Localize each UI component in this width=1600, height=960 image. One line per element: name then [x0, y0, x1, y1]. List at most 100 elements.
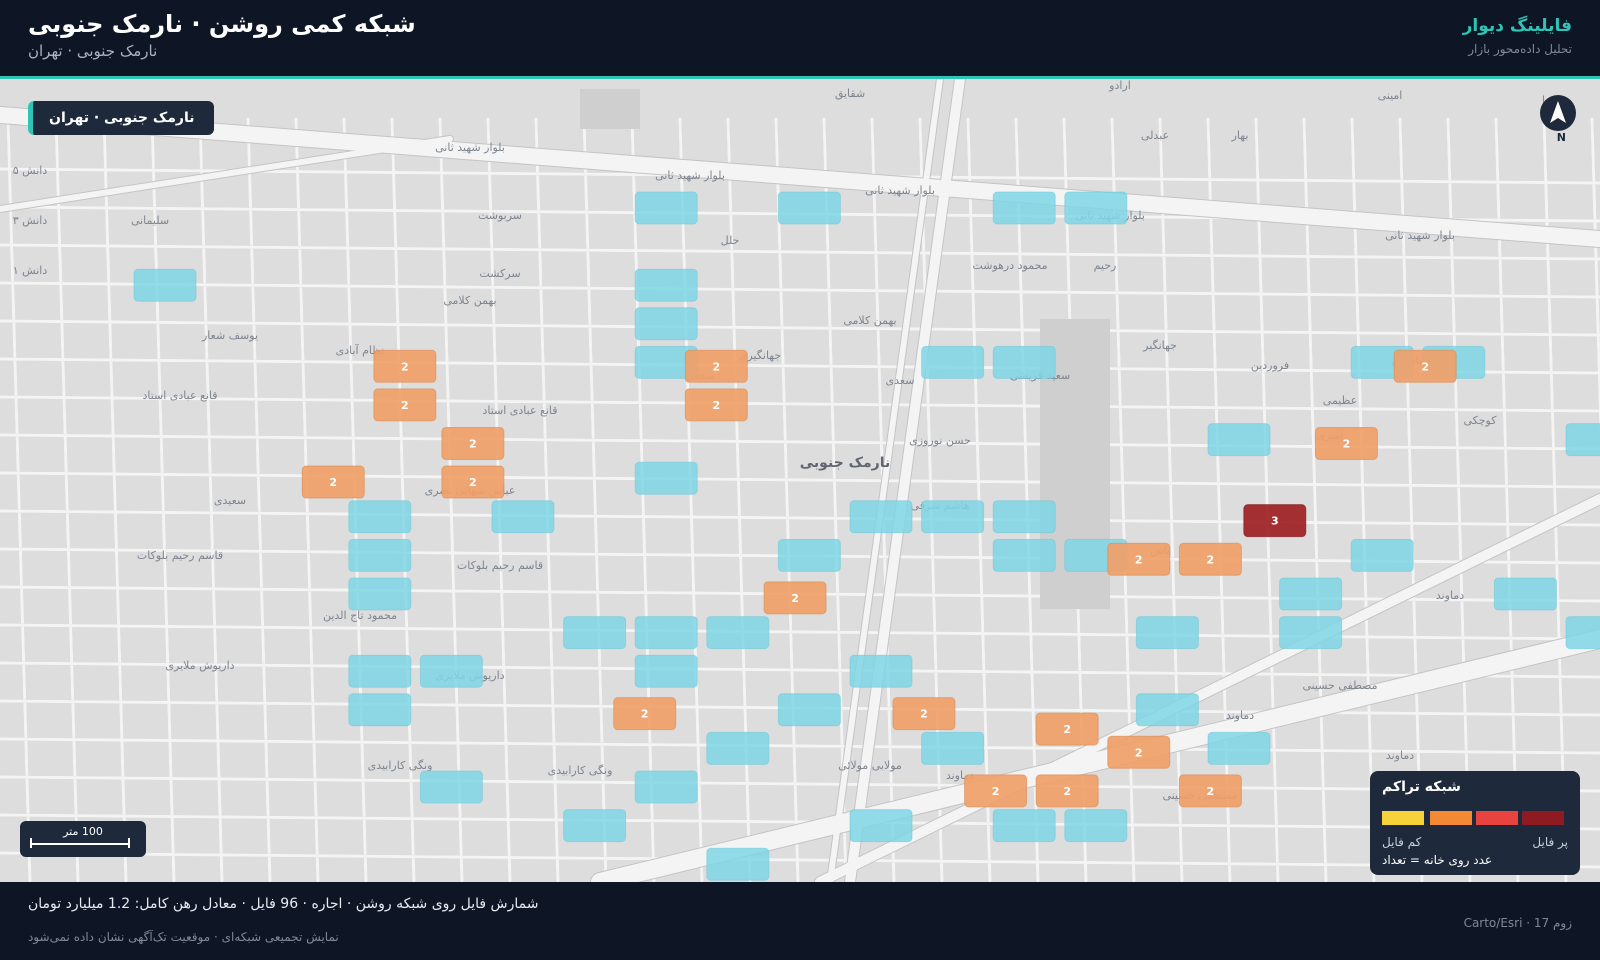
grid-cell-counted[interactable]: 2	[1178, 542, 1242, 576]
grid-cell-count: 2	[920, 708, 928, 721]
grid-cell-light[interactable]	[419, 770, 483, 804]
street-label: سربوشت	[478, 209, 522, 222]
grid-cell-light[interactable]	[706, 847, 770, 881]
grid-cell-light[interactable]	[921, 731, 985, 765]
grid-cell-light[interactable]	[1135, 616, 1199, 650]
grid-cell-counted[interactable]: 2	[892, 697, 956, 731]
grid-cell-light[interactable]	[777, 191, 841, 225]
grid-cell-light[interactable]	[634, 770, 698, 804]
grid-cell-counted[interactable]: 2	[1107, 542, 1171, 576]
grid-cell-count: 2	[1207, 553, 1215, 566]
grid-cell-count: 2	[469, 437, 477, 450]
grid-cell-light[interactable]	[348, 500, 412, 534]
street-label: عبدلی	[1141, 129, 1169, 142]
grid-cell-counted[interactable]: 2	[301, 465, 365, 499]
grid-cell-light[interactable]	[706, 731, 770, 765]
grid-cell-count: 2	[992, 785, 1000, 798]
grid-cell-counted[interactable]: 2	[1107, 735, 1171, 769]
grid-cell-light[interactable]	[348, 693, 412, 727]
grid-cell-count: 2	[469, 476, 477, 489]
grid-cell-light[interactable]	[634, 616, 698, 650]
grid-cell-light[interactable]	[1207, 731, 1271, 765]
street-label: دماوند	[1436, 589, 1464, 602]
grid-cell-light[interactable]	[1565, 616, 1600, 650]
street-label: سعدی	[886, 374, 915, 387]
grid-cell-light[interactable]	[563, 809, 627, 843]
grid-cell-light[interactable]	[563, 616, 627, 650]
grid-cell-light[interactable]	[634, 654, 698, 688]
street-label: حلل	[721, 234, 740, 247]
street-label: دانش ۵	[13, 164, 48, 177]
grid-cell-counted[interactable]: 2	[763, 581, 827, 615]
grid-cell-counted[interactable]: 2	[1314, 426, 1378, 460]
grid-cell-light[interactable]	[849, 809, 913, 843]
grid-cell-counted[interactable]: 2	[1035, 712, 1099, 746]
grid-cell-light[interactable]	[1064, 191, 1128, 225]
grid-cell-count: 2	[1063, 723, 1071, 736]
grid-cell-light[interactable]	[634, 268, 698, 302]
grid-cell-light[interactable]	[634, 461, 698, 495]
brand-tagline: تحلیل داده‌محور بازار	[1468, 42, 1572, 56]
grid-cell-light[interactable]	[1493, 577, 1557, 611]
grid-cell-counted[interactable]: 3	[1243, 504, 1307, 538]
grid-cell-count: 2	[1135, 553, 1143, 566]
grid-cell-light[interactable]	[1207, 423, 1271, 457]
grid-cell-light[interactable]	[1279, 616, 1343, 650]
location-chip[interactable]: نارمک جنوبی · تهران	[28, 101, 215, 135]
street-label: محمود درهوشت	[972, 259, 1047, 272]
grid-cell-count: 2	[641, 708, 649, 721]
grid-cell-counted[interactable]: 2	[1035, 774, 1099, 808]
map-canvas[interactable]: بلوار شهید ثانی بلوار شهید ثانی بلوار شهید…	[0, 79, 1600, 882]
grid-cell-light[interactable]	[777, 538, 841, 572]
legend-swatch-low	[1382, 811, 1424, 825]
grid-cell-light[interactable]	[133, 268, 197, 302]
grid-cell-light[interactable]	[348, 538, 412, 572]
grid-cell-light[interactable]	[992, 538, 1056, 572]
brand-name[interactable]: فایلینگ دیوار	[1463, 16, 1572, 36]
grid-cell-light[interactable]	[992, 500, 1056, 534]
grid-cell-light[interactable]	[1350, 538, 1414, 572]
grid-cell-light[interactable]	[419, 654, 483, 688]
street-label: دماوند	[1226, 709, 1254, 722]
grid-cell-light[interactable]	[921, 500, 985, 534]
grid-cell-light[interactable]	[348, 654, 412, 688]
street-label: سعیدی	[214, 494, 246, 507]
grid-cell-counted[interactable]: 2	[373, 388, 437, 422]
grid-cell-counted[interactable]: 2	[684, 388, 748, 422]
grid-cell-light[interactable]	[777, 693, 841, 727]
grid-cell-counted[interactable]: 2	[964, 774, 1028, 808]
legend-note: عدد روی خانه = تعداد	[1382, 853, 1493, 867]
grid-cell-light[interactable]	[1279, 577, 1343, 611]
grid-cell-light[interactable]	[921, 345, 985, 379]
grid-cell-light[interactable]	[1064, 809, 1128, 843]
grid-cell-counted[interactable]: 2	[1393, 349, 1457, 383]
street-label: فروردین	[1251, 359, 1289, 372]
map-attribution: Carto/Esri · زوم 17	[1463, 916, 1572, 930]
grid-cell-light[interactable]	[849, 500, 913, 534]
legend-swatch-high	[1476, 811, 1518, 825]
grid-cell-light[interactable]	[706, 616, 770, 650]
street-label: دانش ۱	[13, 264, 48, 277]
grid-cell-light[interactable]	[1565, 423, 1600, 457]
street-label: بهار	[1231, 129, 1249, 142]
grid-cell-light[interactable]	[992, 809, 1056, 843]
grid-cell-counted[interactable]: 2	[441, 465, 505, 499]
street-label: سرکشت	[479, 267, 520, 280]
brand-block: فایلینگ دیوار تحلیل داده‌محور بازار	[1463, 16, 1572, 56]
grid-cell-light[interactable]	[634, 307, 698, 341]
grid-cell-counted[interactable]: 2	[1178, 774, 1242, 808]
grid-cell-light[interactable]	[348, 577, 412, 611]
grid-cell-counted[interactable]: 2	[684, 349, 748, 383]
grid-cell-counted[interactable]: 2	[441, 426, 505, 460]
street-label: مولابی مولائی	[838, 759, 902, 772]
grid-cell-light[interactable]	[634, 191, 698, 225]
grid-cell-light[interactable]	[491, 500, 555, 534]
north-arrow-icon[interactable]	[1540, 95, 1576, 131]
grid-cell-light[interactable]	[992, 345, 1056, 379]
grid-cell-light[interactable]	[992, 191, 1056, 225]
grid-cell-light[interactable]	[1135, 693, 1199, 727]
grid-cell-counted[interactable]: 2	[373, 349, 437, 383]
grid-cell-light[interactable]	[849, 654, 913, 688]
street-label: قانع عبادی استاد	[142, 389, 217, 402]
grid-cell-counted[interactable]: 2	[613, 697, 677, 731]
